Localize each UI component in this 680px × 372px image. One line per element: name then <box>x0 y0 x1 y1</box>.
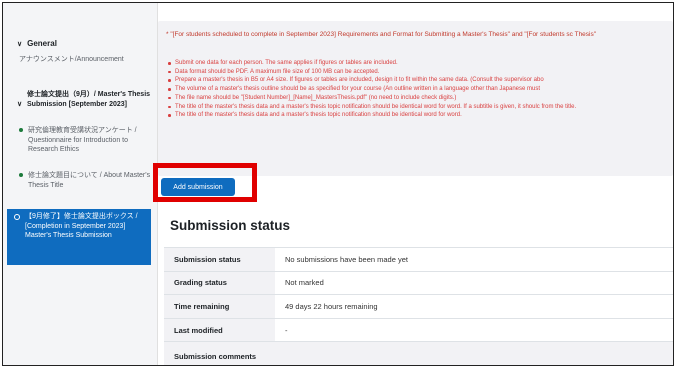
sidebar-item-label: 研究倫理教育受講状況アンケート / Questionnaire for Intr… <box>28 127 137 153</box>
sidebar-section-label: General <box>27 39 57 48</box>
row-value: - <box>275 317 673 342</box>
table-row: Last modified - <box>164 317 673 342</box>
row-value: No submissions have been made yet <box>275 247 673 272</box>
completion-check-icon <box>19 128 23 132</box>
row-value: 49 days 22 hours remaining <box>275 294 673 319</box>
table-row: Submission status No submissions have be… <box>164 247 673 272</box>
sidebar-item-research-ethics[interactable]: 研究倫理教育受講状況アンケート / Questionnaire for Intr… <box>19 126 152 155</box>
table-row: Time remaining 49 days 22 hours remainin… <box>164 294 673 319</box>
main-content: * "[For students scheduled to complete i… <box>153 3 673 365</box>
list-item: The volume of a master's thesis outline … <box>168 85 673 94</box>
table-row: Submission comments <box>164 341 673 365</box>
completion-check-icon <box>19 173 23 177</box>
sidebar-item-announcement[interactable]: アナウンスメント/Announcement <box>19 55 149 65</box>
sidebar-item-label: 修士論文提出（9月）/ Master's Thesis Submission [… <box>27 91 151 108</box>
sidebar-item-label: アナウンスメント/Announcement <box>19 56 124 63</box>
sidebar-item-thesis-title[interactable]: 修士論文題目について / About Master's Thesis Title <box>19 171 152 190</box>
assignment-description: * "[For students scheduled to complete i… <box>158 21 673 176</box>
list-item: Prepare a master's thesis in B5 or A4 si… <box>168 76 673 85</box>
list-item: Data format should be PDF. A maximum fil… <box>168 68 673 77</box>
chevron-down-icon[interactable]: ∨ <box>17 40 22 48</box>
course-index-sidebar: ∨ General アナウンスメント/Announcement ∨ 修士論文提出… <box>3 3 158 365</box>
row-label: Time remaining <box>164 294 275 319</box>
add-submission-button[interactable]: Add submission <box>161 178 235 196</box>
row-label: Last modified <box>164 317 275 342</box>
row-value: Not marked <box>275 270 673 295</box>
sidebar-item-label: 【9月修了】修士論文提出ボックス / [Completion in Septem… <box>25 213 138 239</box>
row-value <box>275 341 673 365</box>
list-item: Submit one data for each person. The sam… <box>168 59 673 68</box>
row-label: Grading status <box>164 270 275 295</box>
description-title: * "[For students scheduled to complete i… <box>166 31 597 38</box>
browser-frame: ∨ General アナウンスメント/Announcement ∨ 修士論文提出… <box>2 2 674 366</box>
row-label: Submission comments <box>164 341 275 365</box>
chevron-down-icon[interactable]: ∨ <box>17 100 22 110</box>
sidebar-section-general[interactable]: ∨ General <box>17 39 57 48</box>
list-item: The title of the master's thesis data an… <box>168 103 673 112</box>
sidebar-item-label: 修士論文題目について / About Master's Thesis Title <box>28 172 151 189</box>
sidebar-item-thesis-submission[interactable]: ∨ 修士論文提出（9月）/ Master's Thesis Submission… <box>17 90 151 109</box>
row-label: Submission status <box>164 247 275 272</box>
submission-status-table: Submission status No submissions have be… <box>164 247 673 365</box>
list-item: The file name should be "[Student Number… <box>168 94 673 103</box>
incomplete-circle-icon <box>14 214 20 220</box>
page-section-title: Submission status <box>170 218 291 233</box>
requirements-list: Submit one data for each person. The sam… <box>168 59 673 120</box>
list-item: The title of the master's thesis data an… <box>168 111 673 120</box>
table-row: Grading status Not marked <box>164 270 673 295</box>
sidebar-item-submission-box[interactable]: 【9月修了】修士論文提出ボックス / [Completion in Septem… <box>7 209 151 265</box>
